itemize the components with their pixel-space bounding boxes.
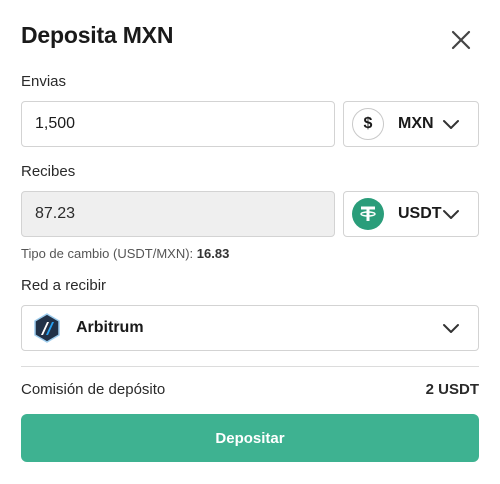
peso-icon: $	[352, 108, 384, 140]
send-currency-code: MXN	[398, 115, 434, 132]
send-amount-box	[21, 101, 335, 147]
deposit-button[interactable]: Depositar	[21, 414, 479, 462]
receive-currency-select[interactable]: USDT	[343, 191, 479, 237]
tether-icon	[352, 198, 384, 230]
page-title: Deposita MXN	[21, 22, 174, 48]
close-icon[interactable]	[448, 27, 474, 53]
chevron-down-icon	[443, 324, 459, 333]
send-amount-input[interactable]	[22, 102, 334, 146]
divider	[21, 366, 479, 367]
arbitrum-icon	[34, 313, 60, 343]
fee-label: Comisión de depósito	[21, 381, 166, 398]
chevron-down-icon	[443, 120, 459, 129]
receive-amount-field	[22, 192, 334, 236]
send-label: Envias	[21, 73, 67, 90]
send-currency-select[interactable]: $ MXN	[343, 101, 479, 147]
network-name: Arbitrum	[76, 319, 144, 336]
receive-label: Recibes	[21, 163, 76, 180]
receive-amount-box	[21, 191, 335, 237]
fee-value: 2 USDT	[425, 381, 479, 398]
chevron-down-icon	[443, 210, 459, 219]
exchange-rate: Tipo de cambio (USDT/MXN): 16.83	[21, 246, 229, 261]
exchange-rate-label: Tipo de cambio (USDT/MXN):	[21, 246, 194, 261]
network-label: Red a recibir	[21, 277, 107, 294]
network-select[interactable]: Arbitrum	[21, 305, 479, 351]
receive-currency-code: USDT	[398, 205, 442, 222]
exchange-rate-value: 16.83	[196, 246, 230, 261]
